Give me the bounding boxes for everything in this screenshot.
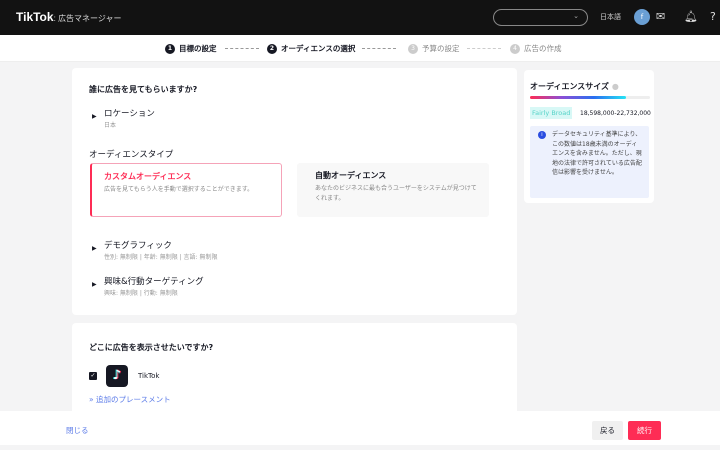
meter-fill [530,96,626,99]
option-description: あなたのビジネスに最も合うユーザーをシステムが見つけてくれます。 [315,185,477,202]
step-number: 1 [165,43,175,54]
audience-size-meter [530,96,650,99]
step-creative: 4 広告の作成 [510,43,562,54]
close-link[interactable]: 閉じる [66,425,89,436]
tiktok-checkbox[interactable]: ✓ [89,372,97,380]
step-number: 2 [267,43,277,54]
size-title-text: オーディエンスサイズ [530,82,610,91]
option-title: カスタムオーディエンス [104,172,192,181]
caret-right-icon: ▶ [92,245,97,252]
expander-label: ロケーション [104,109,155,119]
caret-right-icon: ▶ [92,113,97,120]
expander-value: 日本 [104,122,117,129]
double-chevron-down-icon: » [89,395,94,404]
step-divider [467,48,501,49]
step-divider [225,48,259,49]
custom-audience-option[interactable]: カスタムオーディエンス 広告を見てもらう人を手動で選択することができます。 [90,163,282,217]
notice-text: データセキュリティ基準により、この数値は18歳未満のオーディエンスを含みません。… [552,131,642,176]
audience-card: 誰に広告を見てもらいますか? ▶ ロケーション 日本 オーディエンスタイプ カスタム… [72,68,517,315]
option-description: 広告を見てもらう人を手動で選択することができます。 [104,186,254,193]
language-selector[interactable]: 日本語 [600,12,621,22]
section-title: どこに広告を表示させたいですか? [89,343,214,352]
back-button[interactable]: 戻る [592,421,623,440]
expander-label: デモグラフィック [104,241,172,251]
step-number: 4 [510,43,520,54]
account-selector[interactable]: ⌄ [493,9,588,26]
step-divider [362,48,396,49]
step-label: 広告の作成 [524,44,562,53]
expander-value: 興味: 無制限 | 行動: 無制限 [104,290,178,297]
chevron-down-icon: ⌄ [573,12,579,20]
tiktok-app-icon: ♪ [106,365,128,387]
size-range: 18,598,000-22,732,000 [580,110,651,117]
notice-box: i データセキュリティ基準により、この数値は18歳未満のオーディエンスを含みませ… [530,126,649,198]
inbox-icon[interactable]: ✉ [656,9,665,25]
section-title: 誰に広告を見てもらいますか? [89,85,198,94]
link-label: 追加のプレースメント [95,395,171,404]
step-audience: 2 オーディエンスの選択 [267,43,355,54]
auto-audience-option[interactable]: 自動オーディエンス あなたのビジネスに最も合うユーザーをシステムが見つけてくれま… [297,163,489,217]
size-title: オーディエンスサイズ ● [530,81,619,92]
logo-text: TikTok [16,10,54,24]
tiktok-ads-logo[interactable]: TikTok: 広告マネージャー [16,10,121,24]
step-label: オーディエンスの選択 [281,44,356,53]
step-label: 予算の設定 [422,44,460,53]
expander-label: 興味&行動ターゲティング [104,277,204,287]
info-icon[interactable]: ● [612,82,619,91]
audience-type-heading: オーディエンスタイプ [89,150,174,160]
step-objective: 1 目標の設定 [165,43,217,54]
help-icon[interactable]: ? [710,9,716,25]
info-icon: i [538,131,546,139]
step-number: 3 [408,43,418,54]
audience-size-card: オーディエンスサイズ ● Fairly Broad 18,598,000-22,… [524,70,654,203]
avatar[interactable]: f [634,9,650,25]
footer-bar: 閉じる 戻る 続行 [0,411,720,445]
caret-right-icon: ▶ [92,281,97,288]
option-title: 自動オーディエンス [315,171,387,180]
continue-button[interactable]: 続行 [628,421,661,440]
breadth-badge: Fairly Broad [530,107,573,119]
logo-subtitle: : 広告マネージャー [53,14,122,23]
top-header: TikTok: 広告マネージャー ⌄ 日本語 f ✉ 🔔︎ ? [0,0,720,35]
step-label: 目標の設定 [179,44,217,53]
expander-value: 性別: 無制限 | 年齢: 無制限 | 言語: 無制限 [104,254,218,261]
step-budget: 3 予算の設定 [408,43,460,54]
bell-icon[interactable]: 🔔︎ [684,9,698,25]
placement-label: TikTok [138,372,160,380]
placement-card: どこに広告を表示させたいですか? ✓ ♪ TikTok » 追加のプレースメント [72,323,517,423]
more-placements-link[interactable]: » 追加のプレースメント [89,394,171,405]
progress-steps: 1 目標の設定 2 オーディエンスの選択 3 予算の設定 4 広告の作成 [0,35,720,62]
